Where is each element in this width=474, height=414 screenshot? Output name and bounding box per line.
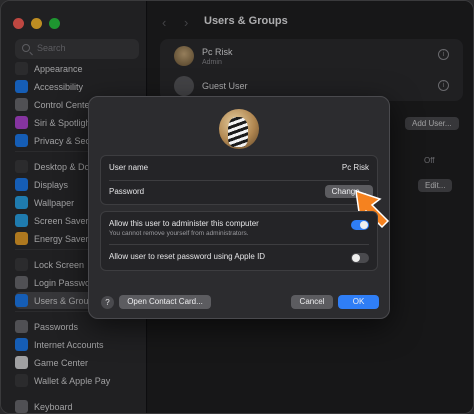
username-value: Pc Risk <box>341 163 369 172</box>
zebra-image <box>228 117 248 147</box>
user-avatar[interactable] <box>219 109 259 149</box>
open-contact-card-button[interactable]: Open Contact Card... <box>119 295 211 309</box>
divider <box>109 244 369 245</box>
admin-toggle[interactable] <box>351 220 369 230</box>
user-details-dialog: User name Pc Risk Password Change... All… <box>88 96 390 319</box>
reset-password-toggle[interactable] <box>351 253 369 263</box>
reset-label: Allow user to reset password using Apple… <box>109 252 266 261</box>
help-button[interactable]: ? <box>101 296 114 309</box>
admin-row: Allow this user to administer this compu… <box>101 214 377 242</box>
ok-button[interactable]: OK <box>338 295 379 309</box>
permissions-card: Allow this user to administer this compu… <box>100 211 378 271</box>
toggle-knob <box>352 254 360 262</box>
username-label: User name <box>109 163 149 172</box>
toggle-knob <box>360 221 368 229</box>
username-row: User name Pc Risk <box>101 158 377 180</box>
admin-sublabel: You cannot remove yourself from administ… <box>109 230 249 237</box>
cancel-button[interactable]: Cancel <box>291 295 333 309</box>
reset-row: Allow user to reset password using Apple… <box>101 247 377 269</box>
admin-label: Allow this user to administer this compu… <box>109 219 259 228</box>
settings-window: Search Appearance Accessibility Control Ce… <box>0 0 474 414</box>
divider <box>109 180 369 181</box>
password-label: Password <box>109 187 145 196</box>
